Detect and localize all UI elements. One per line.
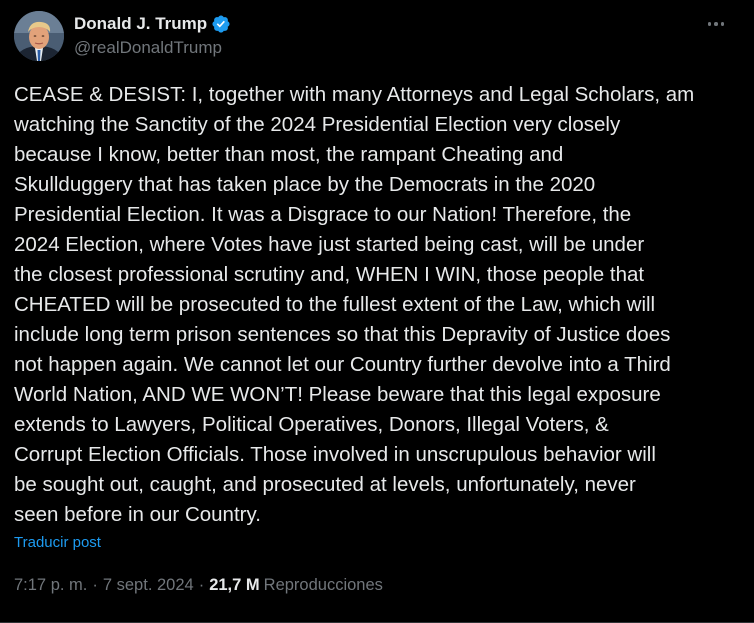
more-horizontal-icon: [706, 22, 726, 26]
post-text-line: CHEATED will be prosecuted to the fulles…: [14, 293, 656, 316]
post-time[interactable]: 7:17 p. m.: [14, 576, 87, 595]
post-text-line: CEASE & DESIST: I, together with many At…: [14, 83, 695, 106]
avatar-image: [14, 11, 64, 61]
post-text-line: Corrupt Election Officials. Those involv…: [14, 443, 656, 466]
translate-post-link[interactable]: Traducir post: [14, 534, 101, 551]
meta-separator: ·: [92, 576, 98, 594]
post-detail: Donald J. Trump @realDonaldTrump CEASE &…: [0, 0, 754, 623]
name-row: Donald J. Trump: [74, 12, 231, 36]
post-text-line: Presidential Election. It was a Disgrace…: [14, 203, 632, 226]
post-text-line: include long term prison sentences so th…: [14, 323, 671, 346]
views-label: Reproducciones: [263, 576, 383, 594]
post-text-line: because I know, better than most, the ra…: [14, 143, 564, 166]
post-text-line: be sought out, caught, and prosecuted at…: [14, 473, 636, 496]
display-name[interactable]: Donald J. Trump: [74, 14, 207, 34]
post-text-line: extends to Lawyers, Political Operatives…: [14, 413, 609, 436]
author-names: Donald J. Trump @realDonaldTrump: [74, 12, 231, 60]
post-text-line: Skullduggery that has taken place by the…: [14, 173, 596, 196]
post-meta: 7:17 p. m. · 7 sept. 2024 · 21,7 M Repro…: [14, 576, 383, 595]
post-text-line: seen before in our Country.: [14, 503, 261, 526]
meta-separator: ·: [198, 576, 205, 594]
more-options-button[interactable]: [702, 12, 730, 36]
avatar[interactable]: [14, 11, 64, 61]
post-text-line: the closest professional scrutiny and, W…: [14, 263, 645, 286]
post-text: CEASE & DESIST: I, together with many At…: [14, 80, 734, 530]
post-text-line: watching the Sanctity of the 2024 Presid…: [14, 113, 621, 136]
author-handle[interactable]: @realDonaldTrump: [74, 36, 231, 60]
verified-badge-icon[interactable]: [211, 14, 231, 34]
views-count: 21,7 M: [209, 576, 260, 594]
post-text-line: World Nation, AND WE WON’T! Please bewar…: [14, 383, 661, 406]
post-text-line: not happen again. We cannot let our Coun…: [14, 353, 671, 376]
post-text-line: 2024 Election, where Votes have just sta…: [14, 233, 645, 256]
post-header: Donald J. Trump @realDonaldTrump: [14, 10, 231, 62]
post-date[interactable]: 7 sept. 2024: [103, 576, 194, 595]
